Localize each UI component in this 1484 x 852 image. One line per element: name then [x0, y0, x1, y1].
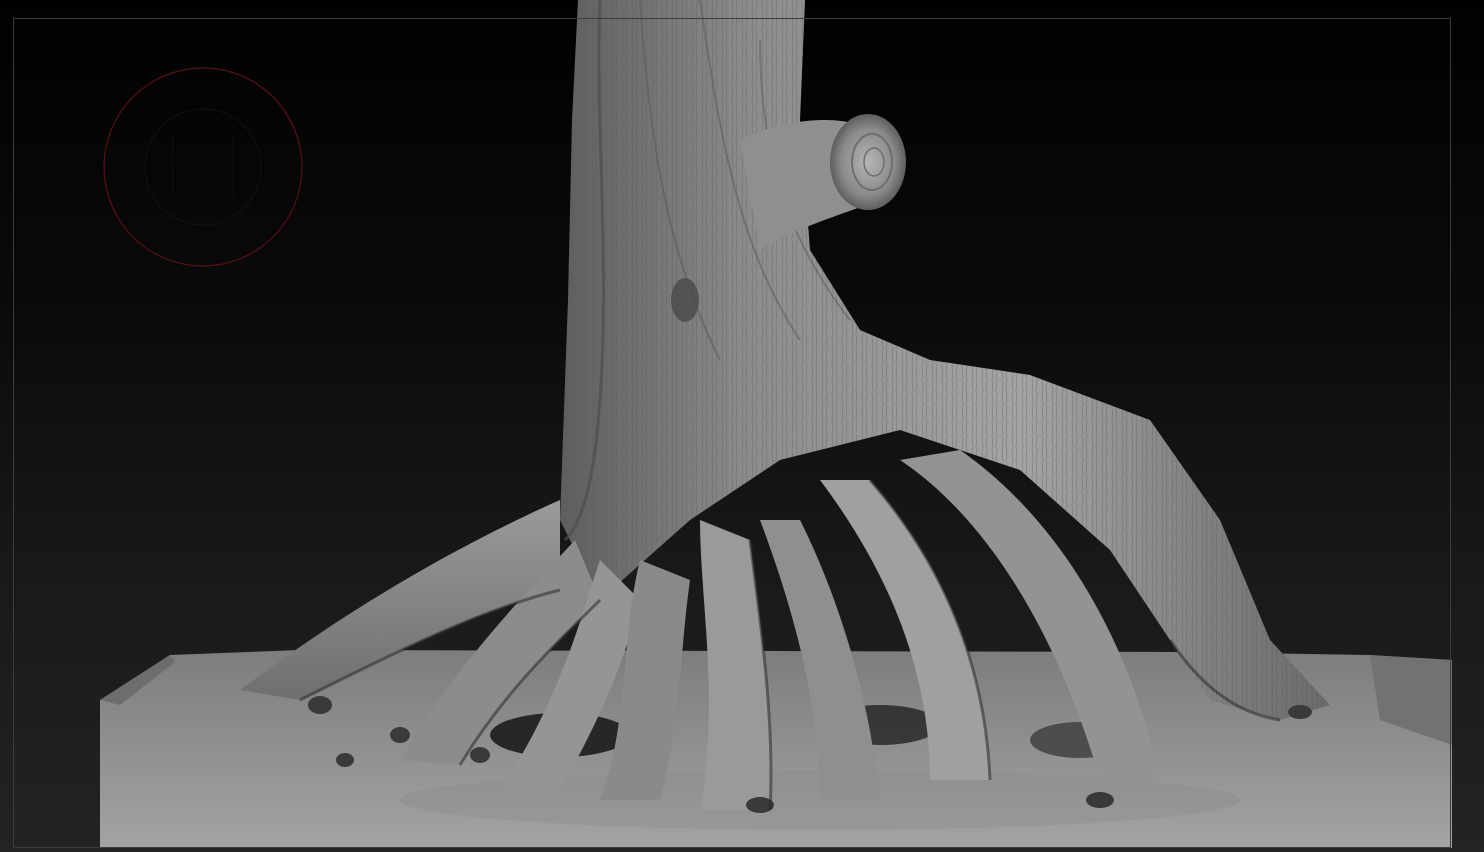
branch-stub [740, 114, 906, 250]
sculpt-viewport[interactable] [0, 0, 1484, 852]
navigation-circle-icon[interactable] [103, 67, 303, 267]
